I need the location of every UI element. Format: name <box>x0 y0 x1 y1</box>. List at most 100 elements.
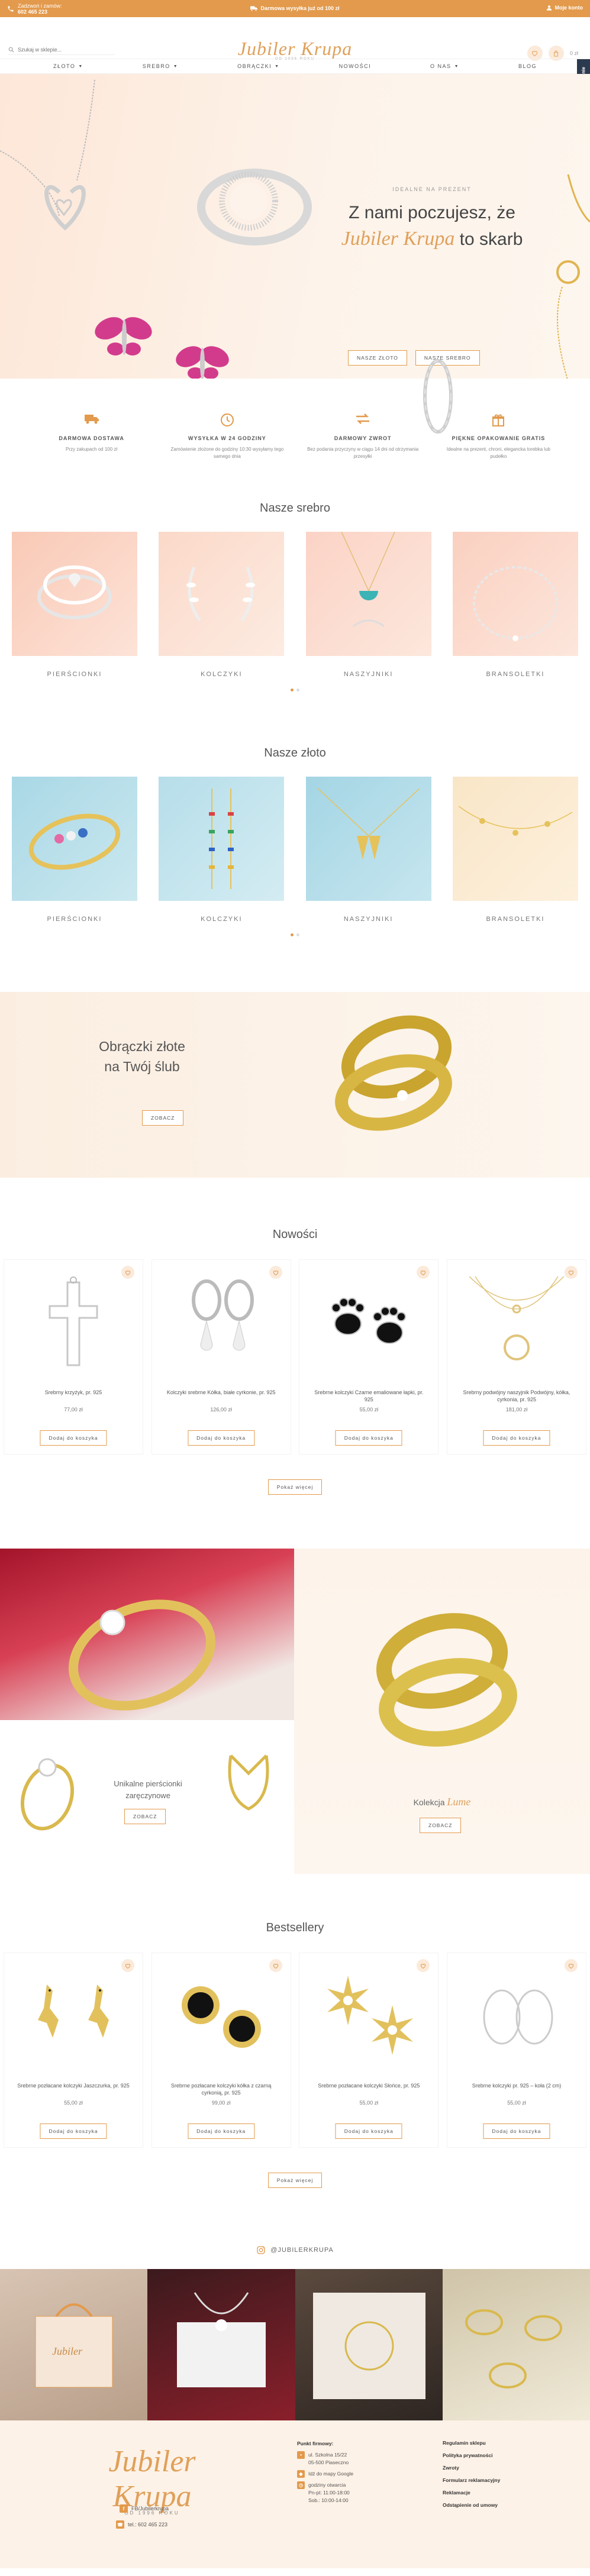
facebook-link[interactable]: f FB/Jubilerkrupa <box>120 2504 169 2513</box>
wedding-line2: na Twój ślub <box>104 1059 180 1074</box>
nav-item-nowosci[interactable]: NOWOŚCI <box>339 63 372 69</box>
footer-link[interactable]: Odstąpienie od umowy <box>443 2502 500 2508</box>
add-to-cart-button[interactable]: Dodaj do koszyka <box>188 2123 255 2139</box>
halo-ring-image <box>20 1758 75 1831</box>
instagram-title[interactable]: @JUBILERKRUPA <box>0 2245 590 2255</box>
product-card[interactable]: Srebrny krzyżyk, pr. 925 77,00 zł Dodaj … <box>4 1259 143 1455</box>
hours-title: godziny otwarcia <box>308 2482 346 2488</box>
split-banner: Unikalne pierścionki zaręczynowe ZOBACZ … <box>0 1549 590 1874</box>
product-name[interactable]: Srebrne pozłacane kolczyki Jaszczurka, p… <box>17 2082 130 2089</box>
category-card[interactable]: PIERŚCIONKI <box>12 532 137 678</box>
account-link[interactable]: Moje konto <box>546 5 583 11</box>
lume-see-button[interactable]: ZOBACZ <box>420 1818 462 1833</box>
silver-categories: PIERŚCIONKI KOLCZYKI NASZYJNIKI BRANSOLE… <box>0 532 590 678</box>
product-name[interactable]: Kolczyki srebrne Kółka, białe cyrkonie, … <box>165 1389 278 1396</box>
category-label: PIERŚCIONKI <box>47 671 102 678</box>
add-to-cart-button[interactable]: Dodaj do koszyka <box>335 1430 402 1446</box>
nav-item-o-nas[interactable]: O NAS ▼ <box>430 63 459 69</box>
instagram-photo[interactable] <box>147 2269 295 2420</box>
footer-link[interactable]: Formularz reklamacyjny <box>443 2477 500 2483</box>
footer-link[interactable]: Reklamacje <box>443 2490 500 2496</box>
hero-eyebrow: IDEALNE NA PREZENT <box>392 186 472 192</box>
wedding-headline: Obrączki złote na Twój ślub <box>77 1036 207 1077</box>
category-image <box>452 777 578 901</box>
gold-button[interactable]: NASZE ZŁOTO <box>348 350 407 366</box>
category-card[interactable]: KOLCZYKI <box>159 777 285 923</box>
category-card[interactable]: BRANSOLETKI <box>452 777 578 923</box>
product-card[interactable]: Srebrne kolczyki Czarne emaliowane łapki… <box>299 1259 439 1455</box>
instagram-photo[interactable] <box>295 2269 443 2420</box>
add-to-cart-button[interactable]: Dodaj do koszyka <box>188 1430 255 1446</box>
category-card[interactable]: PIERŚCIONKI <box>12 777 137 923</box>
add-to-cart-button[interactable]: Dodaj do koszyka <box>483 1430 550 1446</box>
feature-shipping: DARMOWA DOSTAWA Przy zakupach od 100 zł <box>33 413 151 502</box>
feature-desc: Zamówienie złożone do godziny 10:30 wysy… <box>170 447 284 459</box>
product-card[interactable]: Srebrne pozłacane kolczyki Słońce, pr. 9… <box>299 1953 439 2148</box>
category-label: BRANSOLETKI <box>486 916 545 923</box>
chevron-down-icon: ▼ <box>275 64 280 69</box>
product-price: 99,00 zł <box>211 2100 231 2106</box>
category-image <box>305 777 431 901</box>
instagram-photo[interactable] <box>442 2269 590 2420</box>
product-card[interactable]: Srebrny podwójny naszyjnik Podwójny, kół… <box>446 1259 586 1455</box>
product-name[interactable]: Srebrne kolczyki pr. 925 – koła (2 cm) <box>460 2082 573 2089</box>
product-card[interactable]: Kolczyki srebrne Kółka, białe cyrkonie, … <box>151 1259 291 1455</box>
lume-label: Kolekcja <box>413 1798 445 1807</box>
news-more-button[interactable]: Pokaż więcej <box>267 1479 323 1495</box>
bestsellers-more-button[interactable]: Pokaż więcej <box>267 2173 323 2188</box>
gold-section: Nasze złoto PIERŚCIONKI KOLCZYKI NASZYJN… <box>0 746 590 992</box>
map-link[interactable]: Idź do mapy Google <box>308 2470 353 2478</box>
gold-pager[interactable] <box>0 933 590 936</box>
category-card[interactable]: NASZYJNIKI <box>305 777 431 923</box>
lume-title: Kolekcja Lume <box>294 1796 590 1808</box>
product-name[interactable]: Srebrne kolczyki Czarne emaliowane łapki… <box>312 1389 425 1403</box>
engagement-line1: Unikalne pierścionki <box>114 1779 182 1788</box>
add-to-cart-button[interactable]: Dodaj do koszyka <box>335 2123 402 2139</box>
engagement-line2: zaręczynowe <box>125 1791 170 1800</box>
nav-label: O NAS <box>430 63 452 69</box>
category-card[interactable]: NASZYJNIKI <box>305 532 431 678</box>
nav-item-blog[interactable]: BLOG <box>518 63 537 69</box>
hero-brand: Jubiler Krupa <box>341 228 455 250</box>
footer-phone[interactable]: ☎ tel.: 602 465 223 <box>116 2520 167 2529</box>
instagram-handle: @JUBILERKRUPA <box>270 2247 334 2254</box>
footer: Jubiler Krupa OD 1996 ROKU f FB/Jubilerkr… <box>0 2420 590 2568</box>
add-to-cart-button[interactable]: Dodaj do koszyka <box>40 1430 107 1446</box>
add-to-cart-button[interactable]: Dodaj do koszyka <box>40 2123 107 2139</box>
nav-label: OBRĄCZKI <box>237 63 272 69</box>
category-card[interactable]: BRANSOLETKI <box>452 532 578 678</box>
category-image <box>12 777 137 901</box>
product-name[interactable]: Srebrne pozłacane kolczyki kółka z czarn… <box>165 2082 278 2096</box>
wedding-see-button[interactable]: ZOBACZ <box>142 1110 184 1126</box>
category-image <box>452 532 578 656</box>
logo[interactable]: Jubiler Krupa OD 1996 ROKU <box>0 38 590 61</box>
footer-link[interactable]: Polityka prywatności <box>443 2452 500 2458</box>
product-name[interactable]: Srebrny podwójny naszyjnik Podwójny, kół… <box>460 1389 573 1403</box>
engagement-see-button[interactable]: ZOBACZ <box>124 1809 166 1824</box>
hero-line2: to skarb <box>459 230 523 249</box>
add-to-cart-button[interactable]: Dodaj do koszyka <box>483 2123 550 2139</box>
instagram-photo[interactable]: Jubiler <box>0 2269 148 2420</box>
nav-item-zloto[interactable]: ZŁOTO ▼ <box>53 63 83 69</box>
feature-desc: Bez podania przyczyny w ciągu 14 dni od … <box>307 447 419 459</box>
category-image <box>12 532 137 656</box>
product-card[interactable]: Srebrne kolczyki pr. 925 – koła (2 cm) 5… <box>446 1953 586 2148</box>
lume-brand: Lume <box>447 1796 471 1808</box>
nav-item-srebro[interactable]: SREBRO ▼ <box>143 63 178 69</box>
footer-link[interactable]: Zwroty <box>443 2465 500 2471</box>
product-card[interactable]: Srebrne pozłacane kolczyki kółka z czarn… <box>151 1953 291 2148</box>
product-name[interactable]: Srebrny krzyżyk, pr. 925 <box>17 1389 130 1396</box>
product-image <box>152 1958 291 2076</box>
silver-pager[interactable] <box>0 689 590 691</box>
product-name[interactable]: Srebrne pozłacane kolczyki Słońce, pr. 9… <box>312 2082 425 2089</box>
product-image <box>299 1265 438 1383</box>
footer-link[interactable]: Regulamin sklepu <box>443 2440 500 2446</box>
nav-item-obraczki[interactable]: OBRĄCZKI ▼ <box>237 63 279 69</box>
cart-total[interactable]: 0 zł <box>570 50 578 56</box>
footer-company: Punkt firmowy: • ul. Szkolna 15/22 05-500 … <box>297 2440 353 2504</box>
account-label: Moje konto <box>554 5 583 11</box>
product-card[interactable]: Srebrne pozłacane kolczyki Jaszczurka, p… <box>4 1953 143 2148</box>
category-image <box>305 532 431 656</box>
feature-return: DARMOWY ZWROT Bez podania przyczyny w ci… <box>304 413 422 502</box>
category-card[interactable]: KOLCZYKI <box>159 532 285 678</box>
